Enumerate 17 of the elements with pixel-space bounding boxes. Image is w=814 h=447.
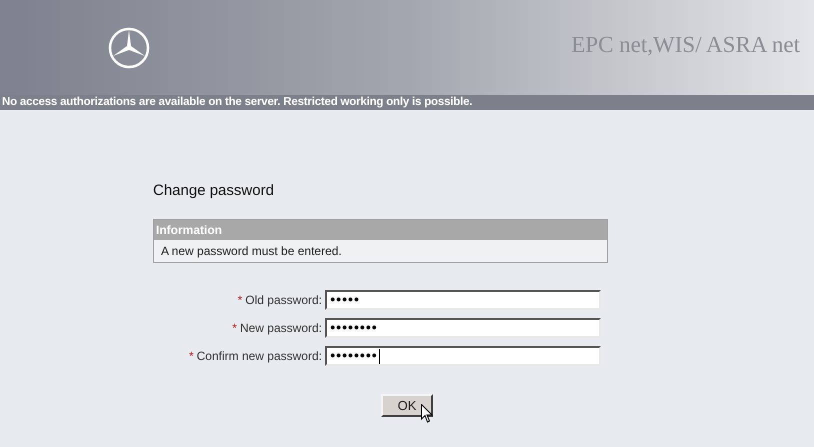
ok-button[interactable]: OK [381, 394, 433, 417]
password-field[interactable]: ●●●●● [325, 290, 601, 310]
notice-bar: No access authorizations are available on the server. Restricted working only is possible. [0, 95, 814, 110]
form-title: Change password [153, 181, 275, 200]
field-label: Old password: [245, 292, 322, 309]
info-heading: Information [154, 220, 607, 240]
password-field[interactable]: ●●●●●●●● [325, 318, 601, 338]
mouse-pointer-icon [421, 404, 433, 423]
field-label: New password: [240, 320, 322, 337]
required-mark: * [232, 320, 237, 337]
logo-icon [108, 26, 150, 68]
required-mark: * [188, 348, 194, 365]
app-title: EPC net,WIS/ ASRA net [571, 31, 800, 60]
info-message: A new password must be entered. [160, 243, 343, 260]
required-mark: * [238, 292, 242, 309]
password-field[interactable]: ●●●●●●●● [325, 346, 601, 366]
field-label: Confirm new password: [196, 348, 322, 365]
